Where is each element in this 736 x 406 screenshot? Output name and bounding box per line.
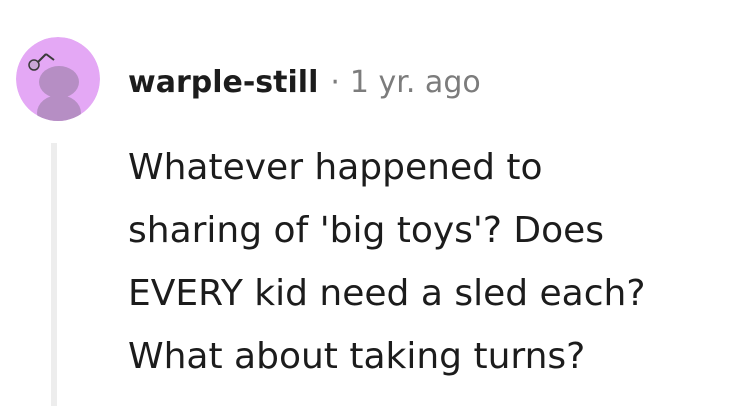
comment-body: Whatever happened to sharing of 'big toy… bbox=[128, 136, 728, 388]
comment-body-line: sharing of 'big toys'? Does bbox=[128, 210, 605, 251]
timestamp[interactable]: 1 yr. ago bbox=[350, 65, 481, 100]
snoo-avatar-icon bbox=[16, 37, 100, 121]
comment-meta: warple-still · 1 yr. ago bbox=[128, 58, 481, 106]
comment-body-line: Whatever happened to bbox=[128, 147, 543, 188]
username-link[interactable]: warple-still bbox=[128, 65, 318, 100]
comment-body-line: What about taking turns? bbox=[128, 336, 586, 377]
comment-body-line: EVERY kid need a sled each? bbox=[128, 273, 646, 314]
separator-dot: · bbox=[330, 64, 340, 100]
thread-line[interactable] bbox=[51, 143, 57, 406]
avatar-icon[interactable] bbox=[16, 37, 100, 121]
